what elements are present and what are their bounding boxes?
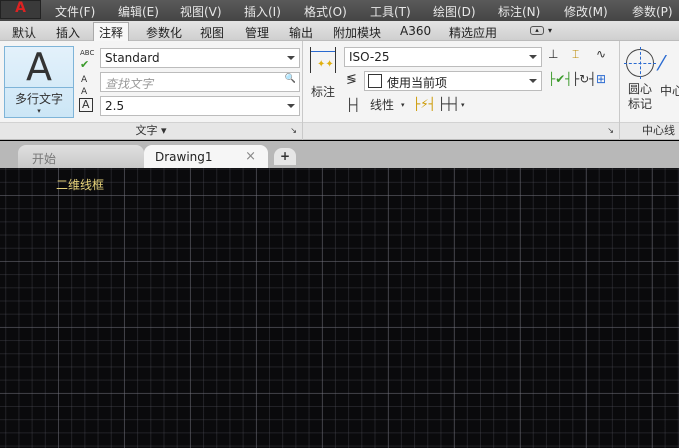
linear-dropdown-icon[interactable]: ▾ xyxy=(401,99,405,111)
continue-dim-icon[interactable]: ├┼┤ xyxy=(438,98,460,110)
text-height-select[interactable]: 2.5 xyxy=(100,96,300,116)
dim-layer-select[interactable]: 使用当前项 xyxy=(364,71,542,91)
text-panel-title[interactable]: 文字 ▾ ↘ xyxy=(0,122,302,139)
centerline-button[interactable]: ⁄ 中心 xyxy=(660,49,679,99)
tab-featured-apps[interactable]: 精选应用 xyxy=(449,24,497,41)
multiline-text-button[interactable]: A 多行文字 ▾ xyxy=(4,46,74,118)
find-text-input[interactable]: 查找文字 🔍 xyxy=(100,72,300,92)
tab-manage[interactable]: 管理 xyxy=(245,24,269,41)
dim-break-icon[interactable]: ⌶ xyxy=(572,48,579,60)
tab-parametric[interactable]: 参数化 xyxy=(146,24,182,41)
drawing-canvas[interactable]: 二维线框 xyxy=(0,168,679,448)
menu-tools[interactable]: 工具(T) xyxy=(370,3,411,20)
menu-parametric[interactable]: 参数(P) xyxy=(632,3,673,20)
chevron-down-icon[interactable]: ▾ xyxy=(548,26,552,35)
menu-bar: A 文件(F) 编辑(E) 视图(V) 插入(I) 格式(O) 工具(T) 绘图… xyxy=(0,0,679,21)
tab-annotate[interactable]: 注释 xyxy=(93,22,130,41)
color-swatch-icon xyxy=(368,74,382,88)
app-logo-button[interactable]: A xyxy=(0,0,41,19)
ribbon-minimize-icon[interactable]: ▴ xyxy=(530,26,544,35)
menu-draw[interactable]: 绘图(D) xyxy=(433,3,476,20)
centerline-panel-title[interactable]: 中心线 xyxy=(620,122,679,139)
dimension-button[interactable]: ✦✦ 标注 xyxy=(306,47,340,107)
tab-a360[interactable]: A360 xyxy=(400,24,431,38)
tab-addins[interactable]: 附加模块 xyxy=(333,24,381,41)
quick-dim-icon[interactable]: ├⚡┤ xyxy=(413,98,436,110)
text-height-icon: A xyxy=(79,98,93,112)
tab-drawing1[interactable]: Drawing1 × xyxy=(144,145,268,168)
find-text-size-icon: AA xyxy=(81,75,88,97)
text-style-select[interactable]: Standard xyxy=(100,48,300,68)
center-mark-icon xyxy=(624,47,656,79)
tab-view[interactable]: 视图 xyxy=(200,24,224,41)
inspect-icon[interactable]: ├✔┤ xyxy=(548,73,573,85)
tab-default[interactable]: 默认 xyxy=(12,24,36,41)
tab-start[interactable]: 开始 xyxy=(18,145,144,168)
linear-dim-icon[interactable]: ├┤ xyxy=(346,99,360,111)
ribbon: A 多行文字 ▾ ABC ✔ Standard AA 查找文字 🔍 A 2.5 文字… xyxy=(0,41,679,140)
tab-insert[interactable]: 插入 xyxy=(56,24,80,41)
menu-view[interactable]: 视图(V) xyxy=(180,3,222,20)
dim-style-select[interactable]: ISO-25 xyxy=(344,47,542,67)
text-a-icon: A xyxy=(26,45,52,89)
find-replace-icon[interactable]: 🔍 xyxy=(285,74,296,84)
linear-dim-label[interactable]: 线性 xyxy=(370,99,394,111)
continue-dropdown-icon[interactable]: ▾ xyxy=(461,99,465,111)
close-icon[interactable]: × xyxy=(245,149,256,164)
centerline-icon: ⁄ xyxy=(660,51,664,75)
menu-insert[interactable]: 插入(I) xyxy=(244,3,281,20)
multiline-text-label: 多行文字 xyxy=(5,87,73,107)
center-mark-button[interactable]: 圆心 标记 xyxy=(623,47,657,112)
ribbon-tabs: 默认 插入 注释 参数化 视图 管理 输出 附加模块 A360 精选应用 ▴ ▾ xyxy=(0,21,679,41)
menu-modify[interactable]: 修改(M) xyxy=(564,3,608,20)
dimension-label: 标注 xyxy=(310,85,335,99)
spellcheck-icon[interactable]: ABC ✔ xyxy=(80,47,94,72)
update-icon[interactable]: ├↻┤ xyxy=(572,73,597,85)
dimension-panel-title[interactable]: ↘ xyxy=(303,122,619,139)
menu-edit[interactable]: 编辑(E) xyxy=(118,3,159,20)
dimension-icon: ✦✦ xyxy=(310,47,336,73)
menu-format[interactable]: 格式(O) xyxy=(304,3,347,20)
layer-icon: ≶ xyxy=(346,72,357,87)
visual-style-label[interactable]: 二维线框 xyxy=(56,176,104,193)
dim-space-icon[interactable]: ⊥ xyxy=(548,48,558,60)
reassociate-icon[interactable]: ⊞ xyxy=(596,73,606,85)
tab-output[interactable]: 输出 xyxy=(289,24,313,41)
jog-line-icon[interactable]: ∿ xyxy=(596,48,606,60)
menu-file[interactable]: 文件(F) xyxy=(55,3,95,20)
new-tab-button[interactable]: + xyxy=(274,148,296,165)
file-tabs: 开始 Drawing1 × + xyxy=(0,141,679,168)
menu-dimension[interactable]: 标注(N) xyxy=(498,3,540,20)
